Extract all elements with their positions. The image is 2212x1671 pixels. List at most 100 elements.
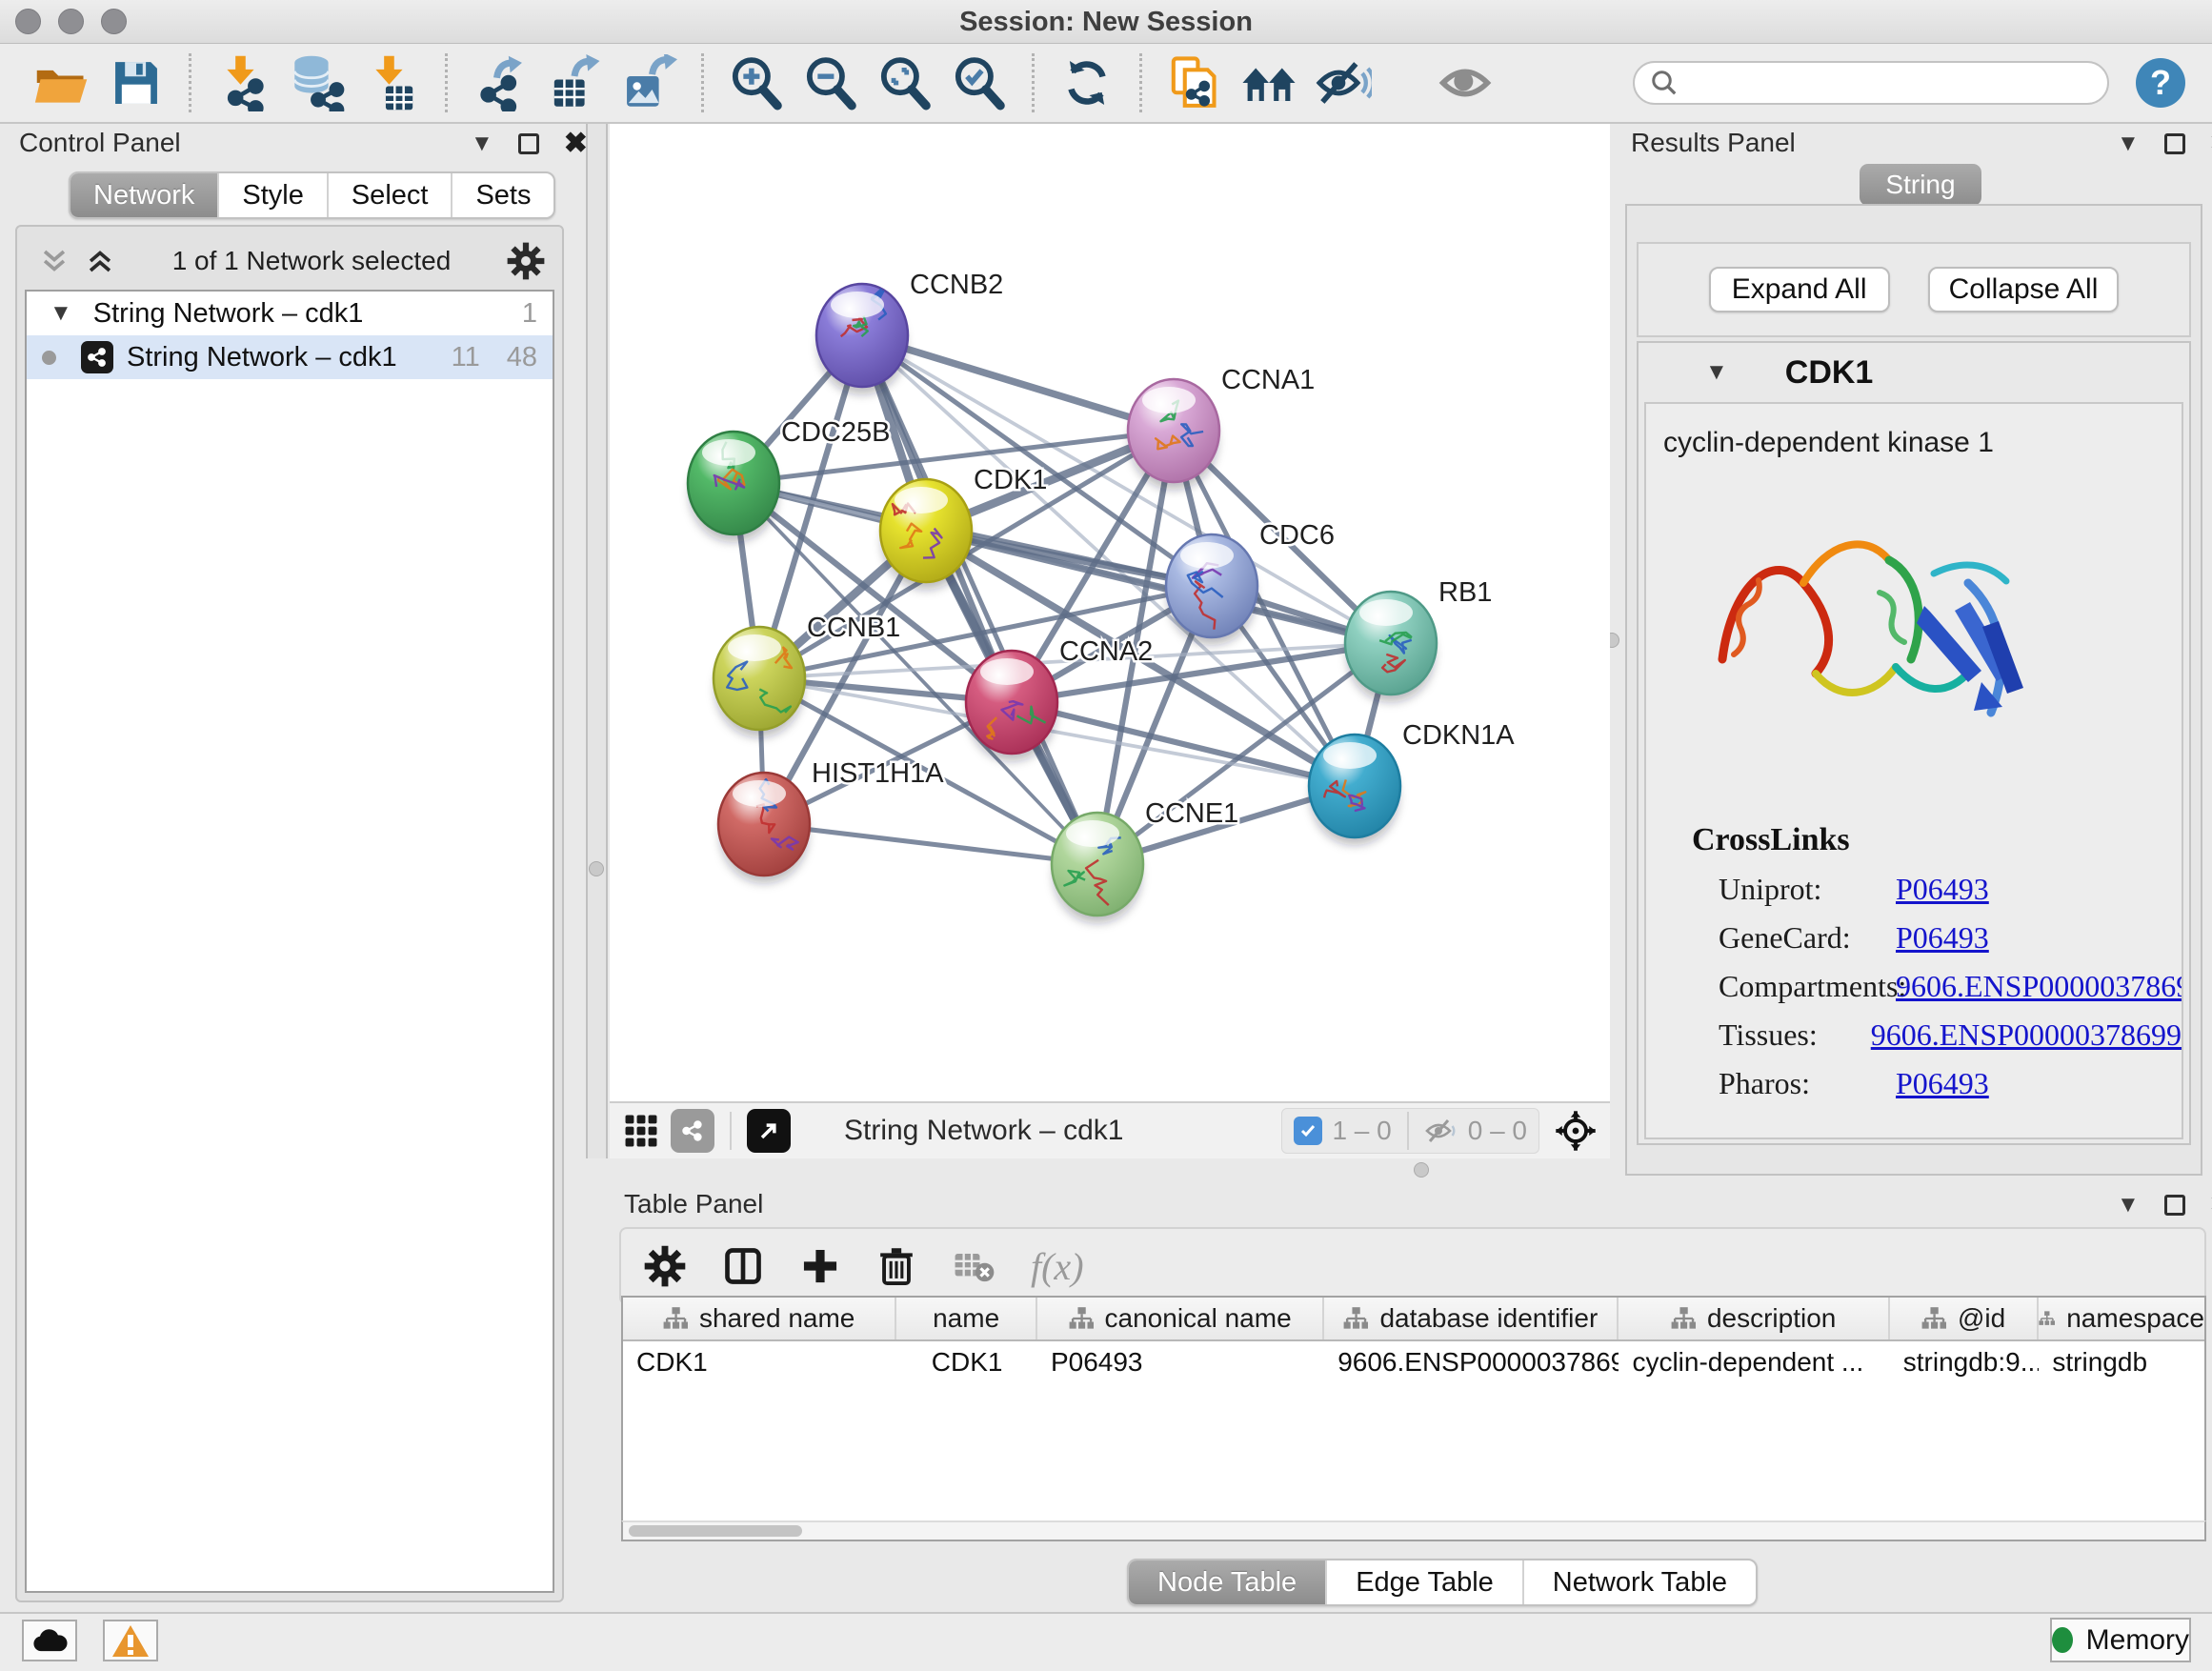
zoom-fit-button[interactable] [874,51,936,114]
delete-column-trash-icon[interactable] [876,1245,916,1287]
crosslink-link[interactable]: P06493 [1896,1066,1989,1101]
node-label-CCNA1: CCNA1 [1221,365,1315,395]
network-node-CCNB2[interactable]: CCNB2 [816,270,1003,394]
network-node-CDK1[interactable]: CDK1 [880,465,1047,590]
cdk1-section-header[interactable]: ▼ CDK1 [1639,343,2189,402]
tree-expander-icon[interactable]: ▼ [50,302,72,325]
crosslink-link[interactable]: 9606.ENSP00000378699 [1871,1017,2182,1053]
crosslink-link[interactable]: P06493 [1896,920,1989,956]
cell-canonical-name[interactable]: P06493 [1037,1341,1324,1383]
current-view-dot-icon [42,351,56,365]
tab-node-table[interactable]: Node Table [1129,1560,1325,1604]
network-view-toolbar: String Network – cdk1 1 – 0 0 – 0 [610,1101,1610,1158]
clone-network-button[interactable] [1163,51,1226,114]
view-status-group: 1 – 0 0 – 0 [1281,1108,1539,1154]
detach-view-button[interactable] [747,1109,791,1153]
table-gear-icon[interactable] [644,1245,686,1287]
column-header-name[interactable]: name [896,1298,1037,1339]
network-node-RB1[interactable]: RB1 [1345,577,1492,702]
refresh-button[interactable] [1056,51,1118,114]
network-thumbnail-icon[interactable] [671,1109,714,1153]
results-tab-string[interactable]: String [1860,164,1981,206]
column-header-shared-name[interactable]: shared name [623,1298,896,1339]
left-splitter-handle[interactable] [589,861,604,876]
cell-id[interactable]: stringdb:9... [1890,1341,2040,1383]
first-neighbors-button[interactable] [1237,51,1300,114]
float-panel-icon[interactable] [518,133,539,154]
network-panel-header: 1 of 1 Network selected [17,236,562,286]
show-columns-icon[interactable] [722,1245,764,1287]
zoom-in-button[interactable] [725,51,788,114]
import-network-file-button[interactable] [212,51,275,114]
results-button-row: Expand All Collapse All [1637,242,2191,337]
tab-sets[interactable]: Sets [451,173,553,217]
birds-eye-crosshair-icon[interactable] [1555,1110,1597,1152]
panel-menu-icon[interactable]: ▼ [471,132,493,155]
import-network-database-button[interactable] [287,51,350,114]
search-input[interactable] [1688,69,2092,98]
float-panel-icon[interactable] [2164,133,2185,154]
network-graph[interactable]: CCNB2CCNA1CDC25BCDK1CDC6RB1CCNB1CCNA2CDK… [610,124,1610,1101]
help-button[interactable]: ? [2136,58,2185,108]
open-file-button[interactable] [30,51,93,114]
grid-view-icon[interactable] [623,1113,659,1149]
network-node-HIST1H1A[interactable]: HIST1H1A [718,758,944,883]
show-all-button[interactable] [1434,51,1497,114]
cell-database-identifier[interactable]: 9606.ENSP00000378699 [1324,1341,1619,1383]
memory-button[interactable]: Memory [2050,1618,2191,1662]
column-header-namespace[interactable]: namespace [2039,1298,2204,1339]
table-row[interactable]: CDK1 CDK1 P06493 9606.ENSP00000378699 cy… [623,1341,2204,1383]
delete-table-icon[interactable] [953,1247,995,1285]
tab-style[interactable]: Style [217,173,326,217]
network-node-CCNA1[interactable]: CCNA1 [1128,365,1315,490]
cell-shared-name[interactable]: CDK1 [623,1341,896,1383]
table-horizontal-scrollbar[interactable] [621,1520,2206,1541]
gear-icon[interactable] [507,242,545,280]
warning-status-button[interactable] [103,1620,158,1661]
panel-menu-icon[interactable]: ▼ [2117,132,2140,155]
save-session-button[interactable] [105,51,168,114]
import-table-button[interactable] [361,51,424,114]
export-network-button[interactable] [469,51,532,114]
expand-all-icon[interactable] [84,245,116,277]
export-table-button[interactable] [543,51,606,114]
cloud-status-button[interactable] [22,1620,77,1661]
cell-namespace[interactable]: stringdb [2039,1341,2204,1383]
panel-menu-icon[interactable]: ▼ [2117,1194,2140,1217]
section-expander-icon[interactable]: ▼ [1705,361,1728,384]
network-collection-row[interactable]: ▼ String Network – cdk1 1 [27,292,553,335]
selected-checkbox-icon[interactable] [1294,1117,1322,1145]
tab-edge-table[interactable]: Edge Table [1325,1560,1522,1604]
refresh-icon [1060,56,1114,110]
cell-description[interactable]: cyclin-dependent ... [1619,1341,1889,1383]
export-image-button[interactable] [617,51,680,114]
expand-all-button[interactable]: Expand All [1709,267,1890,312]
network-row-selected[interactable]: String Network – cdk1 11 48 [27,335,553,379]
tab-network-table[interactable]: Network Table [1522,1560,1756,1604]
float-panel-icon[interactable] [2164,1195,2185,1216]
network-node-CCNE1[interactable]: CCNE1 [1052,798,1238,923]
column-header-id[interactable]: @id [1890,1298,2040,1339]
zoom-out-button[interactable] [799,51,862,114]
close-panel-icon[interactable]: ✖ [564,130,588,158]
collapse-all-icon[interactable] [38,245,70,277]
bottom-splitter-handle[interactable] [1414,1162,1429,1178]
scrollbar-thumb[interactable] [629,1525,802,1537]
hide-selected-button[interactable] [1312,51,1375,114]
tab-select[interactable]: Select [327,173,452,217]
network-view-canvas[interactable]: CCNB2CCNA1CDC25BCDK1CDC6RB1CCNB1CCNA2CDK… [610,124,1610,1101]
cell-name[interactable]: CDK1 [896,1341,1037,1383]
tab-network[interactable]: Network [70,173,217,217]
add-column-icon[interactable] [800,1246,840,1286]
toolbar-search[interactable] [1633,61,2109,105]
column-header-canonical-name[interactable]: canonical name [1037,1298,1324,1339]
zoom-selected-button[interactable] [948,51,1011,114]
function-builder-button[interactable]: f(x) [1031,1244,1084,1289]
network-node-CDKN1A[interactable]: CDKN1A [1309,720,1515,845]
column-header-database-identifier[interactable]: database identifier [1324,1298,1619,1339]
left-splitter[interactable] [586,124,608,1158]
column-header-description[interactable]: description [1619,1298,1889,1339]
crosslink-link[interactable]: P06493 [1896,872,1989,907]
crosslink-link[interactable]: 9606.ENSP00000378699 [1896,969,2183,1004]
collapse-all-button[interactable]: Collapse All [1928,267,2120,312]
